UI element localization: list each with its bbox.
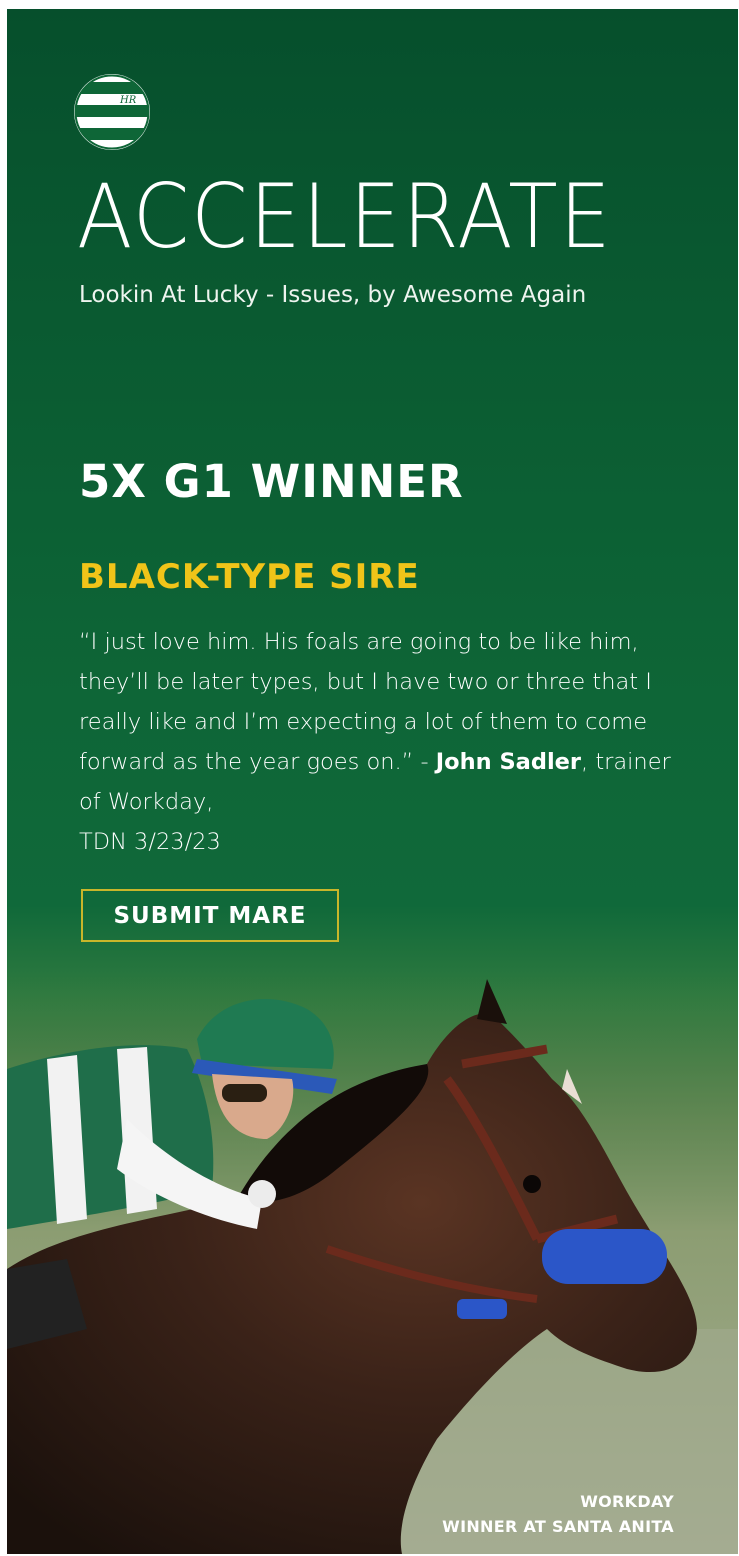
stallion-name: ACCELERATE [77,165,613,268]
stallion-ad-panel: HR ACCELERATE Lookin At Lucky - Issues, … [7,9,738,1554]
pedigree-line: Lookin At Lucky - Issues, by Awesome Aga… [79,282,587,308]
headline: 5X G1 WINNER [79,455,464,508]
caption-race: WINNER AT SANTA ANITA [442,1517,674,1536]
quote-author: John Sadler [435,749,582,775]
svg-text:HR: HR [119,95,137,106]
racehorse-photo [7,969,738,1554]
photo-caption: WORKDAY WINNER AT SANTA ANITA [442,1489,674,1539]
testimonial-quote: “I just love him. His foals are going to… [79,622,679,862]
quote-source: TDN 3/23/23 [79,829,221,855]
caption-horse-name: WORKDAY [580,1492,674,1511]
farm-logo-icon: HR [74,74,150,150]
subheadline: BLACK-TYPE SIRE [79,557,420,597]
submit-mare-button[interactable]: SUBMIT MARE [81,889,339,942]
